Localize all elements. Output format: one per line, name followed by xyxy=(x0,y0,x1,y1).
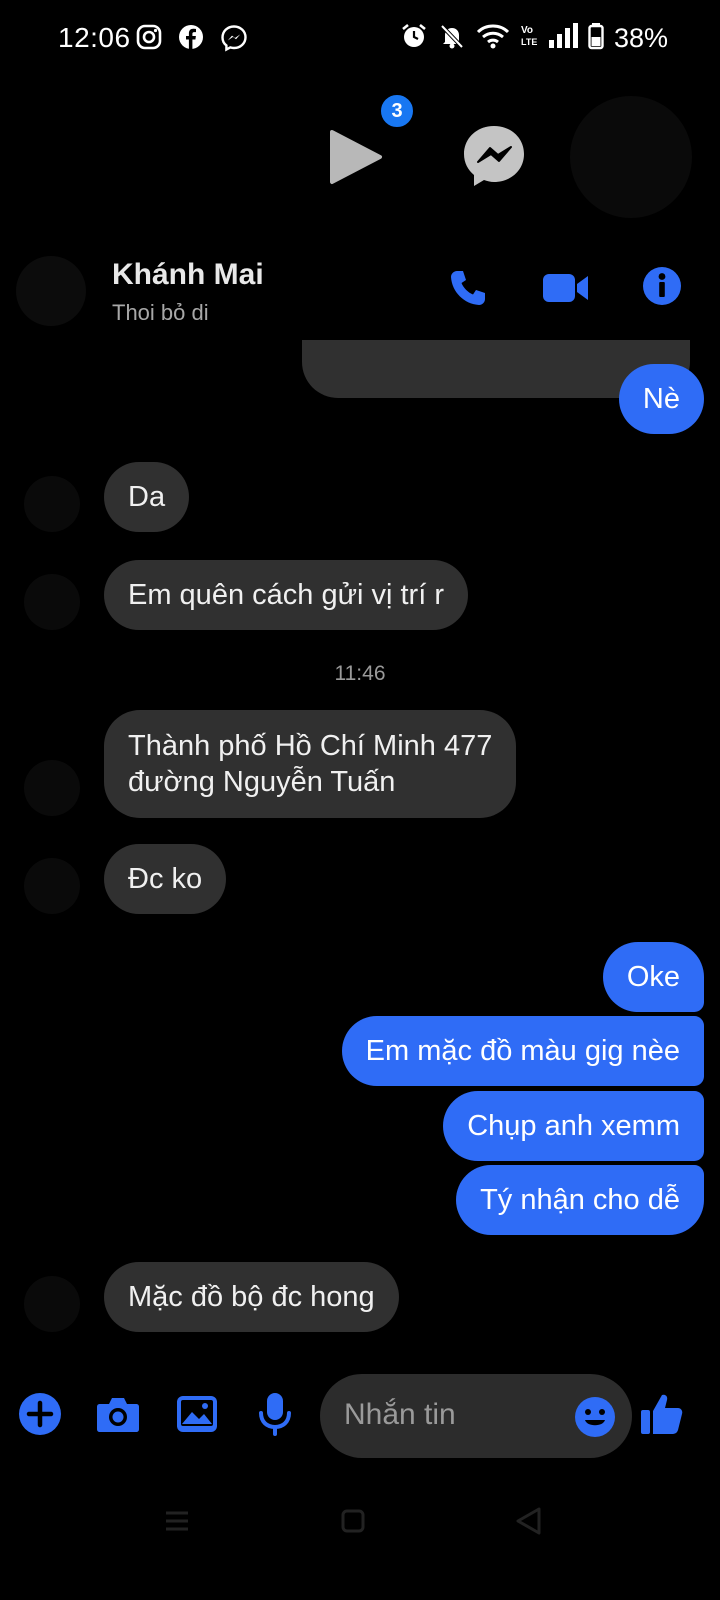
message-bubble-incoming[interactable]: Thành phố Hồ Chí Minh 477 đường Nguyễn T… xyxy=(104,710,517,818)
avatar[interactable] xyxy=(24,760,80,816)
wifi-icon xyxy=(476,22,510,55)
message-text-line-1: Thành phố Hồ Chí Minh 477 xyxy=(128,730,493,762)
message-bubble-outgoing[interactable]: Tý nhận cho dễ xyxy=(456,1165,704,1235)
emoji-icon[interactable] xyxy=(574,1396,616,1443)
message-text: Nè xyxy=(642,383,680,415)
message-bubble-outgoing[interactable]: Chụp anh xemm xyxy=(443,1091,704,1161)
status-time: 12:06 xyxy=(58,22,131,53)
recents-icon[interactable] xyxy=(164,1508,190,1539)
facebook-icon xyxy=(178,24,204,57)
message-bubble-incoming[interactable]: Đc ko xyxy=(104,844,227,914)
message-list[interactable]: Nè Da Em quên cách gửi vị trí r 11:46 Th… xyxy=(0,340,720,1360)
status-bar: 12:06 Vo LTE 38% xyxy=(0,0,720,80)
chat-head-badge: 3 xyxy=(378,92,416,130)
message-text: Chụp anh xemm xyxy=(467,1110,680,1142)
battery-icon xyxy=(588,22,604,55)
message-text-line-2: đường Nguyễn Tuấn xyxy=(128,766,396,798)
mic-icon[interactable] xyxy=(258,1392,292,1441)
message-text: Oke xyxy=(626,961,680,993)
svg-text:Vo: Vo xyxy=(521,25,533,36)
play-icon[interactable] xyxy=(326,128,384,191)
svg-text:LTE: LTE xyxy=(521,37,537,47)
message-text: Da xyxy=(128,481,166,513)
battery-percent: 38% xyxy=(613,23,668,53)
alarm-icon xyxy=(400,22,428,55)
video-icon[interactable] xyxy=(542,270,590,311)
instagram-icon xyxy=(136,24,162,57)
signal-icon xyxy=(548,22,578,55)
message-text: Đc ko xyxy=(128,863,203,895)
conversation-header: Khánh Mai Thoi bỏ di xyxy=(0,240,720,340)
contact-status: Thoi bỏ di xyxy=(112,300,209,325)
message-text: Tý nhận cho dễ xyxy=(480,1184,680,1216)
plus-icon[interactable] xyxy=(18,1392,62,1441)
message-bubble-outgoing[interactable]: Em mặc đồ màu gig nèe xyxy=(341,1016,704,1086)
back-icon[interactable] xyxy=(514,1506,542,1541)
info-icon[interactable] xyxy=(642,266,682,311)
message-bubble-incoming[interactable]: Mặc đồ bộ đc hong xyxy=(104,1262,399,1332)
message-input-placeholder: Nhắn tin xyxy=(344,1398,456,1431)
bell-off-icon xyxy=(438,22,466,55)
message-input[interactable]: Nhắn tin xyxy=(320,1374,632,1458)
avatar[interactable] xyxy=(24,1276,80,1332)
message-composer: Nhắn tin xyxy=(0,1370,720,1470)
phone-icon[interactable] xyxy=(448,268,488,313)
message-text: Em mặc đồ màu gig nèe xyxy=(365,1035,680,1067)
messenger-icon xyxy=(220,24,248,57)
message-text: Mặc đồ bộ đc hong xyxy=(128,1281,375,1313)
message-bubble-outgoing[interactable]: Nè xyxy=(618,364,704,434)
volte-icon: Vo LTE xyxy=(520,22,538,55)
message-text: Em quên cách gửi vị trí r xyxy=(128,579,444,611)
image-icon[interactable] xyxy=(176,1394,218,1439)
avatar[interactable] xyxy=(24,574,80,630)
message-timestamp: 11:46 xyxy=(334,662,386,685)
chat-head-avatar[interactable] xyxy=(570,96,692,218)
system-nav-bar xyxy=(0,1500,720,1600)
messenger-chat-head-icon[interactable] xyxy=(462,124,526,193)
message-bubble-incoming[interactable]: Da xyxy=(104,462,190,532)
camera-icon[interactable] xyxy=(96,1394,140,1439)
message-bubble-incoming[interactable]: Em quên cách gửi vị trí r xyxy=(104,560,468,630)
contact-name[interactable]: Khánh Mai xyxy=(112,258,264,292)
avatar[interactable] xyxy=(24,858,80,914)
avatar[interactable] xyxy=(16,256,86,326)
message-bubble-outgoing[interactable]: Oke xyxy=(602,942,704,1012)
avatar[interactable] xyxy=(24,476,80,532)
thumbs-up-icon[interactable] xyxy=(640,1392,684,1441)
home-icon[interactable] xyxy=(340,1508,366,1539)
